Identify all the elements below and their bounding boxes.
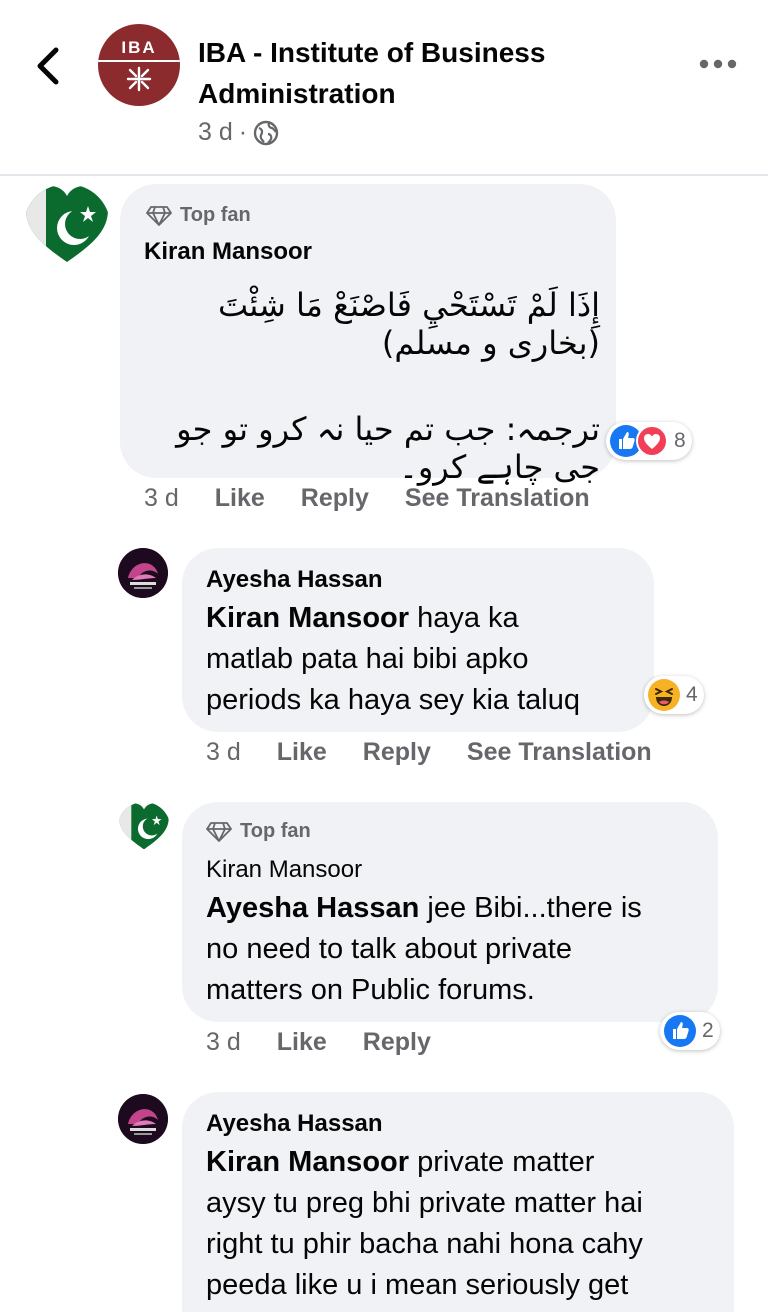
see-translation-button[interactable]: See Translation — [405, 484, 590, 513]
like-button[interactable]: Like — [215, 484, 265, 513]
commenter-avatar[interactable] — [118, 1094, 168, 1144]
comment-bubble[interactable]: Top fan Kiran Mansoor Ayesha Hassan jee … — [182, 802, 718, 1022]
page-avatar[interactable]: IBA — [98, 24, 180, 106]
reply-button[interactable]: Reply — [301, 484, 369, 513]
text-line: matters on Public forums. — [206, 974, 535, 1006]
comment-bubble[interactable]: Ayesha Hassan Kiran Mansoor haya ka matl… — [182, 548, 654, 732]
comment-time[interactable]: 3 d — [206, 1028, 241, 1057]
text-line: periods ka haya sey kia taluq — [206, 684, 580, 716]
badge-label: Top fan — [180, 204, 251, 226]
mention-link[interactable]: Kiran Mansoor — [206, 1146, 409, 1178]
comment-actions: 3 d Like Reply See Translation — [144, 484, 590, 513]
comment-actions: 3 d Like Reply — [206, 1028, 431, 1057]
text-line: jee Bibi...there is — [419, 892, 642, 924]
mention-link[interactable]: Kiran Mansoor — [206, 602, 409, 634]
see-translation-button[interactable]: See Translation — [467, 738, 652, 767]
more-dots-icon[interactable] — [698, 54, 738, 74]
comment-text-line: ترجمہ: جب تم حیا نہ کرو تو جو جی چاہے کر… — [176, 410, 600, 486]
comment-actions: 3 d Like Reply See Translation — [206, 738, 652, 767]
meta-separator: · — [238, 118, 248, 146]
logo-emblem-icon — [126, 66, 152, 92]
text-line: private matter — [409, 1146, 595, 1178]
love-reaction-icon — [636, 425, 668, 457]
reaction-summary[interactable]: 8 — [606, 422, 692, 460]
mention-link[interactable]: Ayesha Hassan — [206, 892, 419, 924]
logo-divider — [98, 60, 180, 62]
text-line: no need to talk about private — [206, 933, 572, 965]
badge-label: Top fan — [240, 820, 311, 842]
top-fan-badge: Top fan — [206, 820, 311, 843]
page-name[interactable]: IBA - Institute of Business Administrati… — [198, 32, 658, 114]
comment-bubble[interactable]: Ayesha Hassan Kiran Mansoor private matt… — [182, 1092, 734, 1312]
reply-button[interactable]: Reply — [363, 1028, 431, 1057]
reaction-summary[interactable]: 4 — [644, 676, 704, 714]
reaction-count: 2 — [702, 1019, 714, 1042]
post-header: IBA IBA - Institute of Business Administ… — [0, 0, 768, 176]
reply-button[interactable]: Reply — [363, 738, 431, 767]
commenter-avatar[interactable] — [118, 802, 170, 852]
comment-text: Kiran Mansoor haya ka matlab pata hai bi… — [206, 598, 580, 721]
comment-text: Kiran Mansoor private matter aysy tu pre… — [206, 1142, 643, 1306]
reaction-summary[interactable]: 2 — [660, 1012, 720, 1050]
comment-author[interactable]: Ayesha Hassan — [206, 1110, 383, 1138]
text-line: peeda like u i mean seriously get — [206, 1269, 629, 1301]
comment-text: Ayesha Hassan jee Bibi...there is no nee… — [206, 888, 642, 1011]
post-time[interactable]: 3 d — [198, 118, 233, 147]
reaction-count: 4 — [686, 683, 698, 706]
comment-text-line: إِذَا لَمْ تَسْتَحْيِ فَاصْنَعْ مَا شِئْ… — [217, 286, 600, 362]
text-line: right tu phir bacha nahi hona cahy — [206, 1228, 643, 1260]
text-line: matlab pata hai bibi apko — [206, 643, 529, 675]
comment-time[interactable]: 3 d — [144, 484, 179, 513]
comment-bubble[interactable]: Top fan Kiran Mansoor إِذَا لَمْ تَسْتَح… — [120, 184, 616, 486]
logo-text: IBA — [121, 38, 157, 57]
post-meta: 3 d · — [198, 118, 279, 147]
diamond-icon — [146, 205, 172, 226]
like-reaction-icon — [664, 1015, 696, 1047]
text-line: aysy tu preg bhi private matter hai — [206, 1187, 643, 1219]
commenter-avatar[interactable] — [118, 548, 168, 598]
commenter-avatar[interactable] — [24, 184, 110, 266]
reaction-count: 8 — [674, 429, 686, 452]
like-button[interactable]: Like — [277, 738, 327, 767]
text-line: haya ka — [409, 602, 519, 634]
comment-author[interactable]: Kiran Mansoor — [206, 856, 362, 884]
comment-author[interactable]: Ayesha Hassan — [206, 566, 383, 594]
comment-time[interactable]: 3 d — [206, 738, 241, 767]
diamond-icon — [206, 821, 232, 842]
like-button[interactable]: Like — [277, 1028, 327, 1057]
back-arrow-icon[interactable] — [30, 44, 70, 88]
top-fan-badge: Top fan — [146, 204, 251, 227]
comment-author[interactable]: Kiran Mansoor — [144, 238, 312, 266]
globe-icon — [253, 120, 279, 145]
haha-reaction-icon — [648, 679, 680, 711]
